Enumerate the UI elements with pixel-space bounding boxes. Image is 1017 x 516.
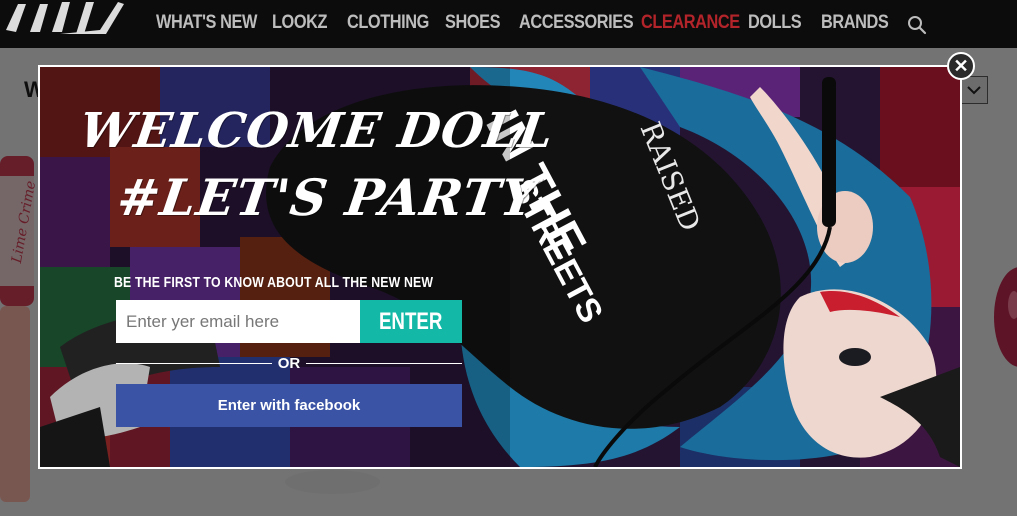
nav-dolls[interactable]: DOLLS — [748, 12, 802, 34]
divider-left — [116, 363, 272, 364]
or-separator: OR — [277, 355, 301, 372]
email-field[interactable] — [116, 300, 360, 343]
nav-brands[interactable]: BRANDS — [821, 12, 889, 34]
divider-right — [306, 363, 462, 364]
close-icon[interactable]: ✕ — [947, 52, 975, 80]
search-icon[interactable] — [906, 14, 928, 36]
enter-button[interactable]: ENTER — [360, 300, 462, 343]
popup-hashtag: #LET'S PARTY — [113, 168, 542, 227]
nav-shoes[interactable]: SHOES — [445, 12, 500, 34]
nav-accessories[interactable]: ACCESSORIES — [519, 12, 634, 34]
nav-whats-new[interactable]: WHAT'S NEW — [156, 12, 257, 34]
enter-button-label: ENTER — [379, 307, 443, 335]
site-logo[interactable] — [0, 0, 128, 46]
newsletter-popup: IN THE STREETS RAISED WELCOME DOLL #LET'… — [38, 65, 962, 469]
popup-tagline: BE THE FIRST TO KNOW ABOUT ALL THE NEW N… — [114, 274, 434, 291]
nav-lookz[interactable]: LOOKZ — [272, 12, 327, 34]
facebook-login-button[interactable]: Enter with facebook — [116, 384, 462, 427]
nav-clothing[interactable]: CLOTHING — [347, 12, 429, 34]
nav-clearance[interactable]: CLEARANCE — [641, 12, 740, 34]
top-navigation: WHAT'S NEW LOOKZ CLOTHING SHOES ACCESSOR… — [0, 0, 1017, 48]
popup-headline: WELCOME DOLL — [76, 103, 558, 159]
